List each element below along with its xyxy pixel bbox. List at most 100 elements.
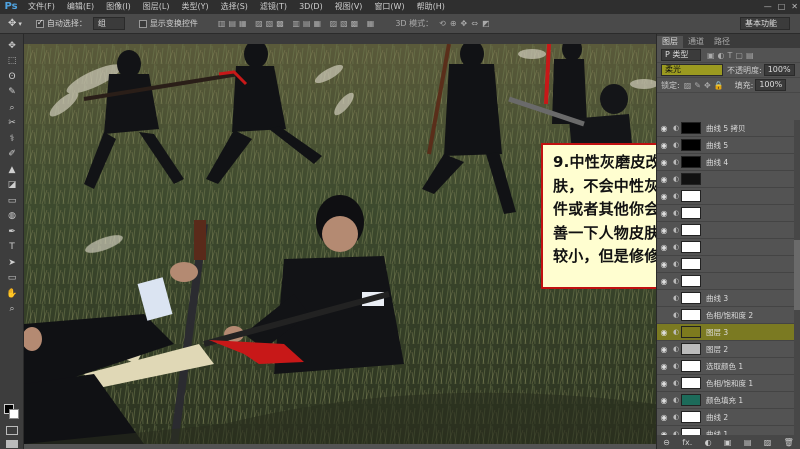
footer-icon-2[interactable]: ◐ bbox=[705, 438, 712, 447]
auto-select-checkbox[interactable]: 自动选择： bbox=[35, 18, 87, 29]
blend-mode-select[interactable]: 柔光 bbox=[661, 64, 723, 76]
tool-3-icon[interactable]: ✎ bbox=[0, 85, 24, 101]
layer-row[interactable]: ◉ ◐ bbox=[657, 256, 800, 273]
tool-1-icon[interactable]: ⬚ bbox=[0, 54, 24, 70]
tool-8-icon[interactable]: ▲ bbox=[0, 162, 24, 178]
tool-10-icon[interactable]: ▭ bbox=[0, 193, 24, 209]
close-icon[interactable]: ✕ bbox=[791, 0, 798, 14]
eye-icon[interactable]: ◉ bbox=[657, 226, 671, 235]
layer-row[interactable]: ◉ ◐ 图层 3 bbox=[657, 324, 800, 341]
layer-row[interactable]: ◐ 色相/饱和度 2 bbox=[657, 307, 800, 324]
layer-row[interactable]: ◉ ◐ 选取颜色 1 bbox=[657, 358, 800, 375]
eye-icon[interactable]: ◉ bbox=[657, 413, 671, 422]
layer-row[interactable]: ◉ ◐ bbox=[657, 273, 800, 290]
checkbox-unchecked-icon[interactable] bbox=[138, 19, 147, 28]
footer-icon-0[interactable]: ⊖ bbox=[663, 438, 670, 447]
menu-item-4[interactable]: 类型(Y) bbox=[175, 0, 214, 14]
layer-row[interactable]: ◉ ◐ 色相/饱和度 1 bbox=[657, 375, 800, 392]
quick-mask-icon[interactable] bbox=[6, 426, 18, 435]
eye-icon[interactable]: ◉ bbox=[657, 396, 671, 405]
footer-icon-3[interactable]: ▣ bbox=[724, 438, 732, 447]
layer-row[interactable]: ◉ ◐ bbox=[657, 205, 800, 222]
tool-14-icon[interactable]: ➤ bbox=[0, 255, 24, 271]
filter-icons[interactable]: ▣◐T▢▤ bbox=[707, 51, 757, 60]
minimize-icon[interactable]: — bbox=[764, 0, 772, 14]
3d-mode-icons[interactable]: ⟲⊕✥⇔◩ bbox=[439, 19, 493, 28]
eye-icon[interactable]: ◉ bbox=[657, 345, 671, 354]
layer-kind-filter[interactable]: P 类型 bbox=[661, 49, 701, 61]
tool-15-icon[interactable]: ▭ bbox=[0, 271, 24, 287]
tool-9-icon[interactable]: ◪ bbox=[0, 178, 24, 194]
scrollbar-thumb[interactable] bbox=[794, 240, 800, 310]
adjustment-icon: ◐ bbox=[672, 379, 680, 387]
move-tool-icon[interactable]: ✥ ▾ bbox=[8, 18, 22, 29]
layer-row[interactable]: ◉ ◐ 颜色填充 1 bbox=[657, 392, 800, 409]
tool-6-icon[interactable]: ⚕ bbox=[0, 131, 24, 147]
eye-icon[interactable]: ◉ bbox=[657, 277, 671, 286]
eye-icon[interactable]: ◉ bbox=[657, 158, 671, 167]
layer-row[interactable]: ◉ ◐ 曲线 5 bbox=[657, 137, 800, 154]
layer-row[interactable]: ◉ ◐ bbox=[657, 171, 800, 188]
layer-row[interactable]: ◉ ◐ bbox=[657, 239, 800, 256]
menu-item-3[interactable]: 图层(L) bbox=[137, 0, 176, 14]
menu-item-10[interactable]: 帮助(H) bbox=[411, 0, 451, 14]
eye-icon[interactable]: ◉ bbox=[657, 209, 671, 218]
tool-13-icon[interactable]: T bbox=[0, 240, 24, 256]
menu-item-6[interactable]: 滤镜(T) bbox=[254, 0, 293, 14]
menu-item-1[interactable]: 编辑(E) bbox=[61, 0, 100, 14]
eye-icon[interactable]: ◉ bbox=[657, 328, 671, 337]
tool-12-icon[interactable]: ✒ bbox=[0, 224, 24, 240]
opacity-input[interactable]: 100% bbox=[763, 64, 795, 76]
eye-icon[interactable]: ◉ bbox=[657, 175, 671, 184]
tool-16-icon[interactable]: ✋ bbox=[0, 286, 24, 302]
menu-item-5[interactable]: 选择(S) bbox=[215, 0, 254, 14]
layer-row[interactable]: ◉ ◐ bbox=[657, 188, 800, 205]
tool-7-icon[interactable]: ✐ bbox=[0, 147, 24, 163]
menu-item-9[interactable]: 窗口(W) bbox=[368, 0, 410, 14]
eye-icon[interactable]: ◉ bbox=[657, 192, 671, 201]
layer-row[interactable]: ◉ ◐ 曲线 4 bbox=[657, 154, 800, 171]
eye-icon[interactable]: ◉ bbox=[657, 362, 671, 371]
tool-5-icon[interactable]: ✂ bbox=[0, 116, 24, 132]
eye-icon[interactable]: ◉ bbox=[657, 141, 671, 150]
tab-paths[interactable]: 路径 bbox=[709, 36, 735, 48]
fill-input[interactable]: 100% bbox=[755, 79, 787, 91]
tool-11-icon[interactable]: ◍ bbox=[0, 209, 24, 225]
layer-thumbnail bbox=[681, 207, 701, 219]
tool-0-icon[interactable]: ✥ bbox=[0, 38, 24, 54]
tool-17-icon[interactable]: ⌕ bbox=[0, 302, 24, 318]
layer-row[interactable]: ◉ ◐ bbox=[657, 222, 800, 239]
tab-layers[interactable]: 图层 bbox=[657, 36, 683, 48]
footer-icon-6[interactable]: 🗑 bbox=[784, 438, 794, 447]
footer-icon-1[interactable]: fx. bbox=[682, 438, 692, 447]
menu-item-2[interactable]: 图像(I) bbox=[100, 0, 137, 14]
layer-row[interactable]: ◉ ◐ 曲线 5 拷贝 bbox=[657, 120, 800, 137]
footer-icon-4[interactable]: ▤ bbox=[744, 438, 752, 447]
lock-icons[interactable]: ▨✎✥🔒 bbox=[684, 81, 727, 90]
menu-item-7[interactable]: 3D(D) bbox=[293, 0, 329, 14]
menu-item-0[interactable]: 文件(F) bbox=[22, 0, 61, 14]
eye-icon[interactable]: ◉ bbox=[657, 260, 671, 269]
align-icons[interactable]: ▥▤▦ ▨▧▩ ▥▤▦ ▨▧▩ ▦ bbox=[218, 19, 377, 28]
menu-item-8[interactable]: 视图(V) bbox=[329, 0, 369, 14]
layer-row[interactable]: ◉ ◐ 曲线 2 bbox=[657, 409, 800, 426]
tab-channels[interactable]: 通道 bbox=[683, 36, 709, 48]
auto-select-dropdown[interactable]: 组 bbox=[92, 17, 125, 30]
layer-row[interactable]: ◉ ◐ 图层 2 bbox=[657, 341, 800, 358]
tool-4-icon[interactable]: ⌕ bbox=[0, 100, 24, 116]
eye-icon[interactable]: ◉ bbox=[657, 124, 671, 133]
auto-select-value[interactable]: 组 bbox=[92, 17, 125, 30]
eye-icon[interactable]: ◉ bbox=[657, 379, 671, 388]
show-transform-checkbox[interactable]: 显示变换控件 bbox=[138, 18, 198, 29]
workspace-value[interactable]: 基本功能 bbox=[740, 17, 790, 30]
layer-row[interactable]: ◐ 曲线 3 bbox=[657, 290, 800, 307]
tool-2-icon[interactable]: ʘ bbox=[0, 69, 24, 85]
eye-icon[interactable]: ◉ bbox=[657, 243, 671, 252]
background-color-swatch[interactable] bbox=[9, 409, 19, 419]
layer-scrollbar[interactable] bbox=[794, 120, 800, 435]
screen-mode-icon[interactable] bbox=[6, 440, 18, 448]
workspace-switcher[interactable]: 基本功能 bbox=[740, 17, 790, 30]
checkbox-checked-icon[interactable] bbox=[35, 18, 44, 28]
footer-icon-5[interactable]: ▨ bbox=[764, 438, 772, 447]
maximize-icon[interactable]: □ bbox=[778, 0, 786, 14]
